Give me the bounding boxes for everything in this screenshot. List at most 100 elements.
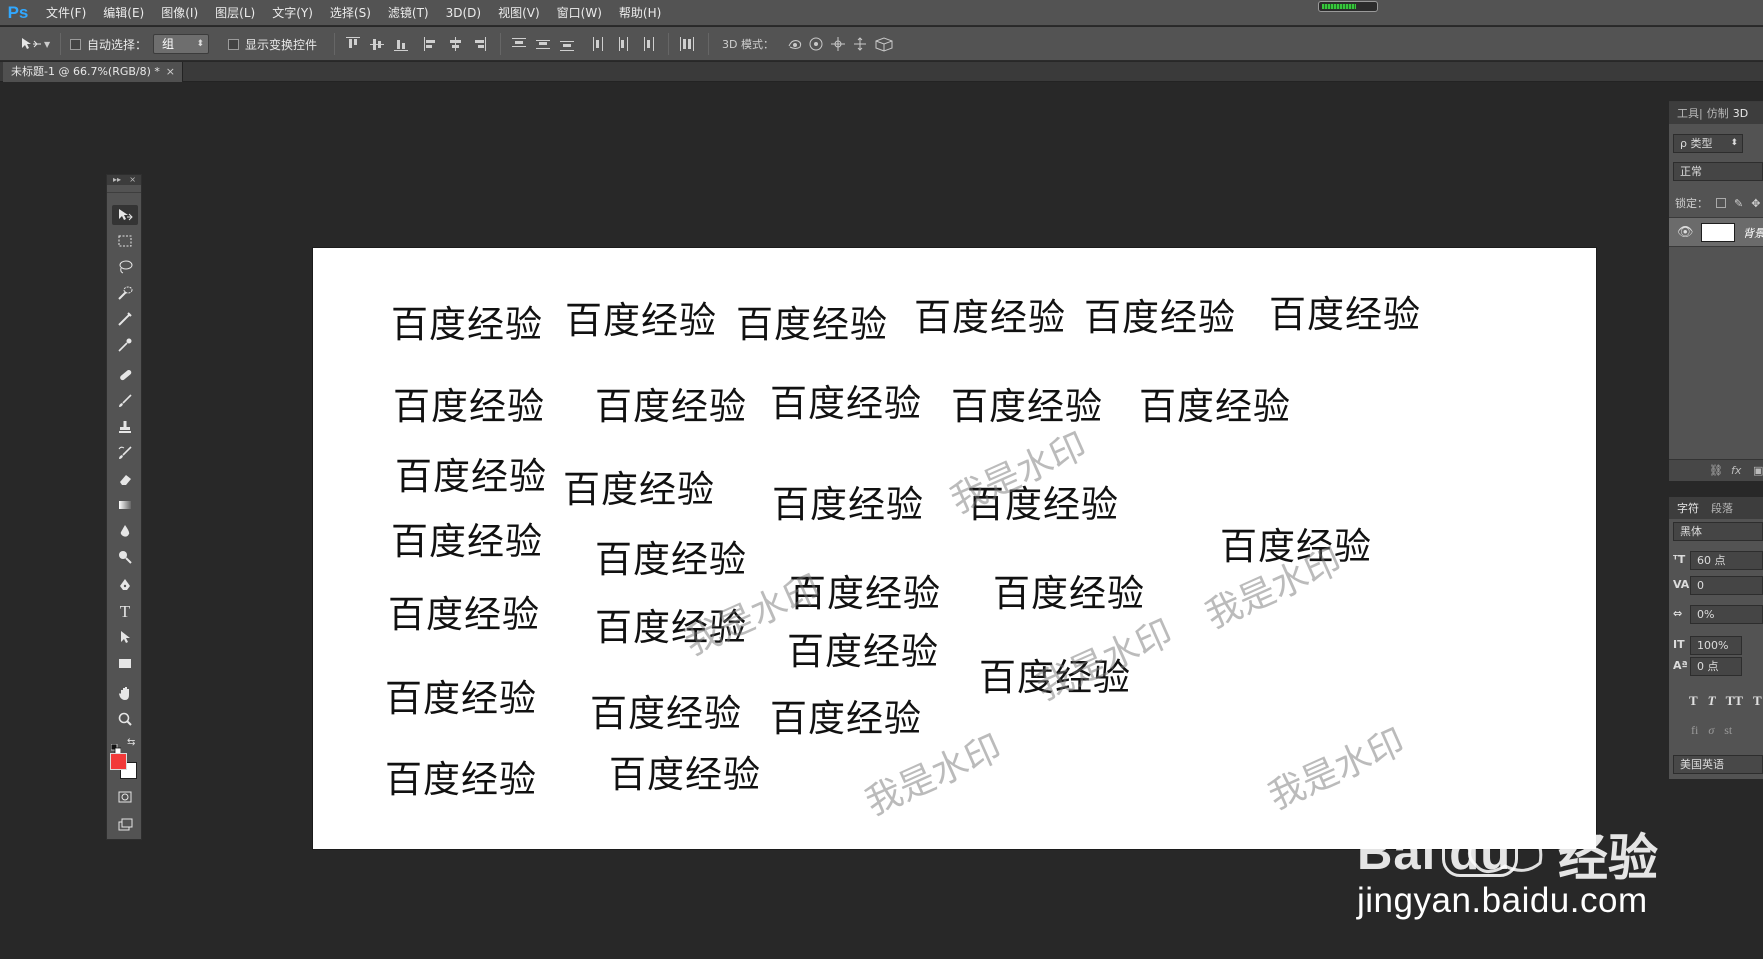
rectangle-tool[interactable] (112, 653, 138, 673)
menu-filter[interactable]: 滤镜(T) (388, 0, 429, 26)
menu-image[interactable]: 图像(I) (161, 0, 198, 26)
path-selection-tool[interactable] (112, 627, 138, 647)
3d-pan-icon[interactable] (831, 37, 845, 51)
3d-roll-icon[interactable] (809, 37, 823, 51)
hand-tool[interactable] (112, 683, 138, 703)
canvas-text-layer[interactable]: 百度经验 (736, 306, 888, 343)
link-icon[interactable]: ⛓ (1709, 464, 1723, 477)
small-caps-button[interactable]: T (1753, 693, 1762, 709)
blend-mode-dropdown[interactable]: 正常 (1673, 162, 1763, 181)
tools-panel-header[interactable]: ▸▸ × (107, 175, 141, 185)
canvas-text-layer[interactable]: 百度经验 (385, 680, 537, 717)
menu-layer[interactable]: 图层(L) (215, 0, 255, 26)
tab-clone[interactable]: 仿制 (1707, 105, 1729, 121)
3d-rotate-icon[interactable] (788, 40, 802, 49)
align-left-icon[interactable] (424, 37, 438, 51)
crop-tool[interactable] (112, 309, 138, 329)
canvas-text-layer[interactable]: 百度经验 (1139, 388, 1291, 425)
gradient-tool[interactable] (112, 495, 138, 515)
canvas-text-layer[interactable]: 百度经验 (914, 299, 1066, 336)
auto-select-option[interactable]: 自动选择： (70, 27, 147, 61)
close-icon[interactable]: × (129, 175, 136, 185)
document-canvas[interactable]: 百度经验 百度经验 百度经验 百度经验 百度经验 百度经验 百度经验 百度经验 … (313, 248, 1596, 849)
lock-position-icon[interactable]: ✥ (1751, 197, 1760, 210)
distribute-left-icon[interactable] (592, 37, 606, 51)
layer-row-background[interactable]: 👁 背景 (1669, 217, 1763, 247)
menu-type[interactable]: 文字(Y) (272, 0, 313, 26)
fx-icon[interactable]: fx (1731, 464, 1741, 477)
document-tab[interactable]: 未标题-1 @ 66.7%(RGB/8) * × (3, 62, 183, 82)
ligature-button[interactable]: fi (1691, 723, 1698, 738)
pen-tool[interactable] (112, 575, 138, 595)
blur-tool[interactable] (112, 521, 138, 541)
align-right-icon[interactable] (472, 37, 486, 51)
distribute-vcenter-icon[interactable] (536, 37, 550, 51)
canvas-text-layer[interactable]: 百度经验 (951, 388, 1103, 425)
language-dropdown[interactable]: 美国英语 (1673, 755, 1763, 774)
stylistic-button[interactable]: st (1724, 723, 1732, 738)
quick-mask-button[interactable] (112, 787, 138, 807)
distribute-top-icon[interactable] (512, 37, 526, 51)
canvas-text-layer[interactable]: 百度经验 (563, 471, 715, 508)
align-vcenter-icon[interactable] (370, 37, 384, 51)
screen-mode-button[interactable] (112, 815, 138, 835)
distribute-hcenter-icon[interactable] (616, 37, 630, 51)
auto-select-checkbox[interactable] (70, 38, 81, 50)
canvas-text-layer[interactable]: 百度经验 (391, 523, 543, 560)
eye-icon[interactable]: 👁 (1677, 225, 1694, 240)
canvas-text-layer[interactable]: 百度经验 (395, 458, 547, 495)
tab-character[interactable]: 字符 (1677, 500, 1699, 516)
canvas-text-layer[interactable]: 百度经验 (1269, 296, 1421, 333)
faux-bold-button[interactable]: T (1689, 693, 1698, 709)
canvas-text-layer[interactable]: 百度经验 (565, 302, 717, 339)
3d-slide-icon[interactable] (854, 37, 866, 51)
canvas-text-layer[interactable]: 百度经验 (590, 695, 742, 732)
quick-selection-tool[interactable] (112, 283, 138, 303)
menu-view[interactable]: 视图(V) (498, 0, 540, 26)
canvas-text-layer[interactable]: 百度经验 (1084, 299, 1236, 336)
font-family-field[interactable]: 黑体 (1673, 522, 1763, 541)
clone-stamp-tool[interactable] (112, 417, 138, 437)
faux-italic-button[interactable]: T (1708, 693, 1716, 709)
menu-file[interactable]: 文件(F) (46, 0, 86, 26)
all-caps-button[interactable]: TT (1726, 693, 1743, 709)
canvas-text-layer[interactable]: 百度经验 (385, 761, 537, 798)
3d-scale-icon[interactable] (875, 37, 893, 52)
expand-icon[interactable]: ▸▸ (113, 175, 121, 185)
baseline-shift-field[interactable]: 0 点 (1690, 657, 1742, 676)
healing-brush-tool[interactable] (112, 365, 138, 385)
eyedropper-tool[interactable] (112, 335, 138, 355)
canvas-text-layer[interactable]: 百度经验 (770, 700, 922, 737)
menu-edit[interactable]: 编辑(E) (103, 0, 144, 26)
canvas-text-layer[interactable]: 百度经验 (595, 541, 747, 578)
canvas-text-layer[interactable]: 百度经验 (609, 756, 761, 793)
kerning-field[interactable]: 0 (1690, 576, 1763, 595)
tracking-field[interactable]: 0% (1690, 605, 1763, 624)
panel-grip[interactable] (107, 185, 141, 193)
canvas-text-layer[interactable]: 百度经验 (993, 575, 1145, 612)
canvas-text-layer[interactable]: 百度经验 (393, 388, 545, 425)
default-colors-icon[interactable] (110, 739, 122, 755)
brush-tool[interactable] (112, 391, 138, 411)
show-transform-option[interactable]: 显示变换控件 (228, 27, 317, 61)
canvas-text-layer[interactable]: 百度经验 (772, 486, 924, 523)
canvas-text-layer[interactable]: 百度经验 (391, 306, 543, 343)
close-icon[interactable]: × (166, 62, 175, 82)
layer-filter-dropdown[interactable]: ρ 类型 ⬍ (1673, 134, 1743, 153)
tool-preset-picker[interactable]: ▼ (20, 27, 50, 61)
vertical-scale-field[interactable]: 100% (1690, 636, 1742, 655)
auto-select-dropdown[interactable]: 组 ⬍ (153, 34, 209, 54)
foreground-color-swatch[interactable] (110, 753, 127, 770)
menu-select[interactable]: 选择(S) (330, 0, 371, 26)
swap-colors-icon[interactable]: ⇆ (127, 737, 135, 748)
tab-3d[interactable]: 3D (1733, 107, 1748, 120)
marquee-tool[interactable] (112, 231, 138, 251)
canvas-text-layer[interactable]: 百度经验 (787, 633, 939, 670)
align-top-icon[interactable] (346, 37, 360, 51)
align-bottom-icon[interactable] (394, 37, 408, 51)
canvas-text-layer[interactable]: 百度经验 (595, 388, 747, 425)
type-tool[interactable]: T (112, 601, 138, 621)
show-transform-checkbox[interactable] (228, 38, 239, 50)
eraser-tool[interactable] (112, 469, 138, 489)
align-hcenter-icon[interactable] (448, 37, 462, 51)
